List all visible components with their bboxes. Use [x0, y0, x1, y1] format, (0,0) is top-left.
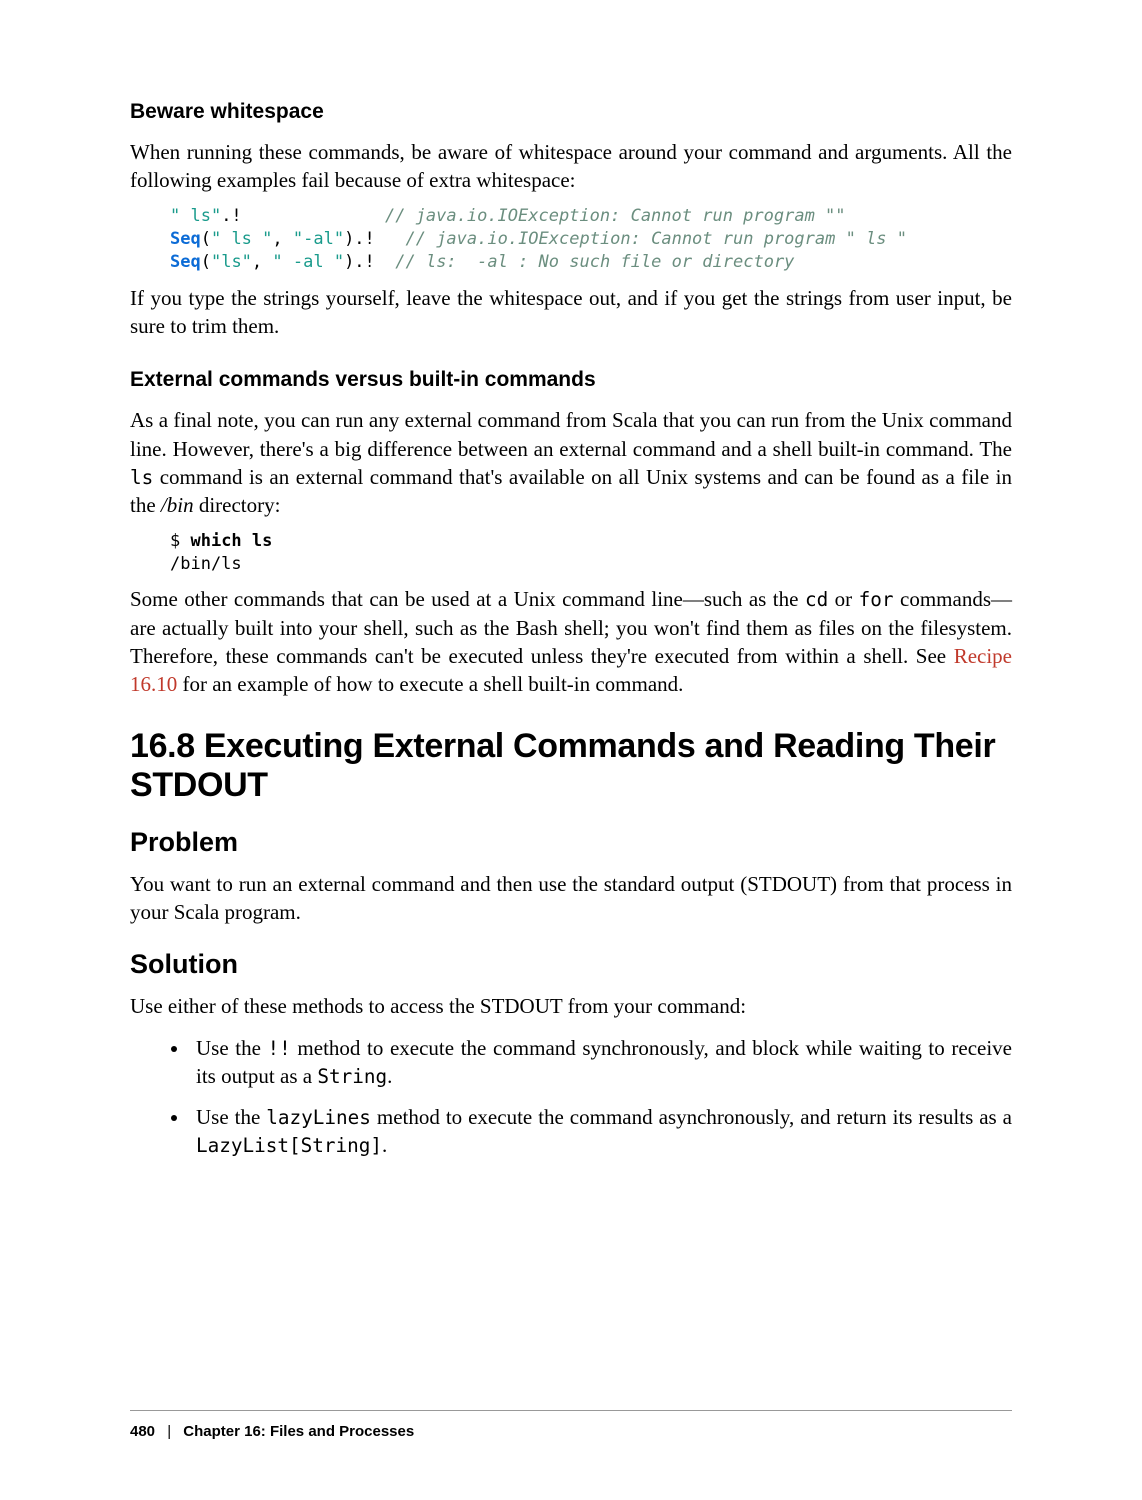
inline-code: for	[859, 588, 894, 611]
paragraph: As a final note, you can run any externa…	[130, 406, 1012, 519]
paragraph: When running these commands, be aware of…	[130, 138, 1012, 195]
section-title: 16.8 Executing External Commands and Rea…	[130, 727, 1012, 805]
bullet-list: Use the !! method to execute the command…	[190, 1034, 1012, 1159]
italic-text: /bin	[161, 493, 194, 517]
inline-code: LazyList[String]	[196, 1134, 382, 1157]
paragraph: Use either of these methods to access th…	[130, 992, 1012, 1020]
inline-code: cd	[805, 588, 828, 611]
page-footer: 480 | Chapter 16: Files and Processes	[130, 1410, 1012, 1440]
code-block-whitespace: " ls".! // java.io.IOException: Cannot r…	[170, 205, 1012, 274]
subsection-heading-external: External commands versus built-in comman…	[130, 368, 1012, 392]
inline-code: ls	[130, 466, 153, 489]
paragraph: You want to run an external command and …	[130, 870, 1012, 927]
page-number: 480	[130, 1423, 155, 1440]
solution-heading: Solution	[130, 949, 1012, 980]
problem-heading: Problem	[130, 827, 1012, 858]
paragraph: Some other commands that can be used at …	[130, 585, 1012, 698]
inline-code: String	[317, 1065, 387, 1088]
footer-separator: |	[167, 1423, 171, 1440]
inline-code: lazyLines	[266, 1106, 371, 1129]
subsection-heading-whitespace: Beware whitespace	[130, 100, 1012, 124]
chapter-label: Chapter 16: Files and Processes	[183, 1423, 414, 1440]
list-item: Use the lazyLines method to execute the …	[190, 1103, 1012, 1160]
list-item: Use the !! method to execute the command…	[190, 1034, 1012, 1091]
paragraph: If you type the strings yourself, leave …	[130, 284, 1012, 341]
inline-code: !!	[268, 1037, 291, 1060]
code-block-which: $ which ls /bin/ls	[170, 530, 1012, 576]
